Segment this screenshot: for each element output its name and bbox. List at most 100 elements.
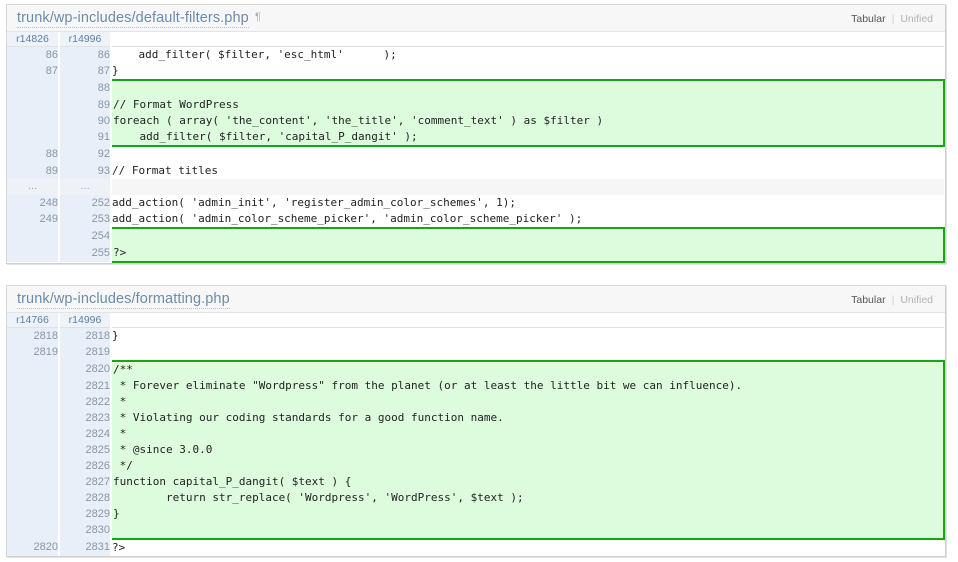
old-line-number — [7, 410, 60, 426]
view-toggle-separator: | — [891, 13, 895, 25]
code-line: } — [111, 327, 944, 344]
code-line: */ — [110, 458, 945, 474]
unified-view-toggle[interactable]: Unified — [900, 13, 933, 25]
old-line-number — [7, 245, 60, 262]
code-line — [111, 344, 944, 361]
new-line-number: 88 — [59, 80, 112, 97]
file-path-link[interactable]: trunk/wp-includes/default-filters.php — [17, 10, 249, 28]
old-line-number: 249 — [7, 211, 60, 228]
code-line: * Forever eliminate "Wordpress" from the… — [110, 378, 945, 394]
diff-row-added: 91 add_filter( $filter, 'capital_P_dangi… — [7, 129, 945, 147]
old-line-number: 87 — [7, 63, 60, 80]
unified-view-toggle[interactable]: Unified — [900, 294, 933, 306]
diff-row-added: 2827 function capital_P_dangit( $text ) { — [7, 474, 945, 490]
diff-row-added: 2822 * — [7, 394, 945, 410]
code-line: * — [110, 426, 945, 442]
diff-panel: trunk/wp-includes/formatting.php Tabular |… — [6, 285, 946, 557]
new-line-number: 2822 — [59, 394, 112, 410]
old-line-number — [7, 378, 60, 394]
view-toggle-separator: | — [891, 294, 895, 306]
new-line-number: 2821 — [59, 378, 112, 394]
tabular-view-toggle[interactable]: Tabular — [851, 294, 885, 306]
new-line-number: 253 — [59, 211, 112, 228]
code-line: add_action( 'admin_init', 'register_admi… — [111, 195, 944, 211]
new-line-number: 86 — [59, 46, 112, 63]
code-line: } — [111, 63, 944, 80]
code-line — [111, 179, 944, 195]
anchor-pilcrow-icon[interactable]: ¶ — [255, 9, 261, 25]
code-line: * — [110, 394, 945, 410]
old-line-number — [7, 506, 60, 522]
diff-row-added: 2823 * Violating our coding standards fo… — [7, 410, 945, 426]
code-line: ?> — [110, 245, 945, 263]
new-line-number: 2824 — [59, 426, 112, 442]
code-line: /** — [110, 360, 945, 378]
code-column-header — [111, 32, 944, 47]
diff-panel: trunk/wp-includes/default-filters.php ¶ Ta… — [6, 4, 946, 264]
diff-row-added: 89// Format WordPress — [7, 97, 945, 113]
diff-row-added: 2824 * — [7, 426, 945, 442]
diff-row-context: 248 252 add_action( 'admin_init', 'registe… — [7, 195, 944, 211]
diff-panel-header: trunk/wp-includes/default-filters.php ¶ Ta… — [7, 5, 945, 32]
code-line: add_filter( $filter, 'capital_P_dangit' … — [110, 129, 945, 147]
diff-table: r14826 r14996 86 86 add_filter( $filter, 'e… — [7, 32, 945, 263]
old-line-number — [7, 113, 60, 129]
new-line-number: 2831 — [59, 539, 112, 556]
new-line-number: 90 — [59, 113, 112, 129]
old-line-number: 89 — [7, 163, 60, 179]
new-line-number: 91 — [59, 129, 112, 146]
diff-panel-header: trunk/wp-includes/formatting.php Tabular |… — [7, 286, 945, 313]
code-line: return str_replace( 'Wordpress', 'WordPr… — [110, 490, 945, 506]
diff-row-added: 254 — [7, 227, 945, 245]
view-mode-toggles: Tabular | Unified — [851, 13, 933, 25]
diff-row-context: 2820 2831 ?> — [7, 539, 944, 556]
diff-row-added: 2830 — [7, 522, 945, 540]
view-mode-toggles: Tabular | Unified — [851, 294, 933, 306]
code-line: } — [110, 506, 945, 522]
old-line-number: 86 — [7, 46, 60, 63]
diff-row-context: 87 87} — [7, 63, 944, 80]
code-line: add_action( 'admin_color_scheme_picker',… — [111, 211, 944, 228]
diff-row-context: 89 93// Format titles — [7, 163, 944, 179]
new-line-number: 2826 — [59, 458, 112, 474]
diff-row-context: 2818 2818} — [7, 327, 944, 344]
revision-header-row: r14766 r14996 — [7, 313, 944, 328]
revision-header-row: r14826 r14996 — [7, 32, 944, 47]
tabular-view-toggle[interactable]: Tabular — [851, 13, 885, 25]
old-line-number — [7, 361, 60, 378]
new-line-number: 2825 — [59, 442, 112, 458]
diff-row-added: 2825 * @since 3.0.0 — [7, 442, 945, 458]
new-line-number: 2828 — [59, 490, 112, 506]
old-line-number: 2820 — [7, 539, 60, 556]
old-line-number — [7, 129, 60, 146]
old-line-number — [7, 458, 60, 474]
code-line: foreach ( array( 'the_content', 'the_tit… — [110, 113, 945, 129]
diff-row-context: 2819 2819 — [7, 344, 944, 361]
old-revision-header[interactable]: r14826 — [7, 32, 60, 47]
diff-row-added: 2829} — [7, 506, 945, 522]
old-line-number: 2819 — [7, 344, 60, 361]
old-line-number — [7, 426, 60, 442]
new-line-number: 2829 — [59, 506, 112, 522]
new-line-number: 2820 — [59, 361, 112, 378]
new-revision-header[interactable]: r14996 — [59, 313, 112, 328]
diff-row-added: 255 ?> — [7, 245, 945, 263]
new-revision-header[interactable]: r14996 — [59, 32, 112, 47]
code-line: function capital_P_dangit( $text ) { — [110, 474, 945, 490]
old-line-number: 88 — [7, 146, 60, 163]
old-line-number: 248 — [7, 195, 60, 211]
diff-row-added: 2828 return str_replace( 'Wordpress', 'W… — [7, 490, 945, 506]
old-line-number — [7, 490, 60, 506]
new-line-number: 252 — [59, 195, 112, 211]
new-line-number: 2823 — [59, 410, 112, 426]
diff-row-context: 88 92 — [7, 146, 944, 163]
diff-row-skipped: …… — [7, 179, 944, 195]
old-line-number — [7, 474, 60, 490]
new-line-number: 92 — [59, 146, 112, 163]
new-line-number: 2818 — [59, 327, 112, 344]
old-revision-header[interactable]: r14766 — [7, 313, 60, 328]
diff-row-context: 86 86 add_filter( $filter, 'esc_html' ); — [7, 46, 944, 63]
code-line: * Violating our coding standards for a g… — [110, 410, 945, 426]
file-path-link[interactable]: trunk/wp-includes/formatting.php — [17, 291, 230, 309]
old-line-number — [7, 80, 60, 97]
